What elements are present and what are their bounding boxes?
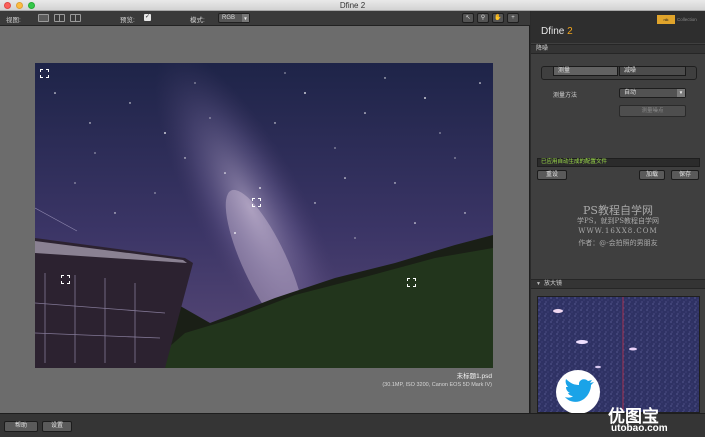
control-point-tool-icon[interactable]: + bbox=[507, 13, 519, 23]
watermark-url: WWW.16XX8.COM bbox=[578, 227, 658, 235]
section-header-loupe[interactable]: ▼ 放大镜 bbox=[531, 279, 705, 289]
tab-reduce[interactable]: 减噪 bbox=[619, 66, 686, 76]
help-button[interactable]: 帮助 bbox=[4, 421, 38, 432]
collection-label: Collection bbox=[677, 17, 697, 22]
control-point-marker[interactable] bbox=[61, 275, 70, 284]
settings-button[interactable]: 设置 bbox=[42, 421, 72, 432]
toolbar: 视图: 预览: ✓ 模式: RGB ▼ ↖ ⚲ ✋ + bbox=[0, 11, 530, 26]
file-info: (30.1MP, ISO 3200, Canon EOS 5D Mark IV) bbox=[382, 382, 492, 388]
loupe-title: 放大镜 bbox=[543, 281, 562, 287]
section-reduce-label: 降噪 bbox=[536, 46, 549, 52]
product-name: Dfine bbox=[541, 26, 565, 37]
disclosure-triangle-icon: ▼ bbox=[536, 281, 541, 287]
night-sky-photo bbox=[35, 63, 493, 368]
product-title: Dfine 2 bbox=[541, 26, 573, 37]
bottom-bar: 帮助 设置 优图宝 utobao.com bbox=[0, 407, 705, 437]
split-view-icon[interactable] bbox=[54, 14, 65, 22]
pointer-tool-icon[interactable]: ↖ bbox=[462, 13, 474, 23]
save-button[interactable]: 保存 bbox=[671, 170, 699, 180]
load-button[interactable]: 加载 bbox=[639, 170, 665, 180]
watermark-subtitle: 学PS，就到PS教程自学网 bbox=[576, 217, 659, 225]
control-point-marker[interactable] bbox=[407, 278, 416, 287]
control-point-marker[interactable] bbox=[252, 198, 261, 207]
method-dropdown[interactable]: 自动 ▼ bbox=[619, 88, 686, 98]
zoom-tool-icon[interactable]: ⚲ bbox=[477, 13, 489, 23]
window-title: Dfine 2 bbox=[339, 1, 366, 10]
mode-select[interactable]: RGB ▼ bbox=[218, 13, 250, 23]
mode-select-value: RGB bbox=[222, 15, 236, 21]
product-version: 2 bbox=[567, 26, 573, 37]
control-point-marker[interactable] bbox=[40, 69, 49, 78]
reset-button[interactable]: 重设 bbox=[537, 170, 567, 180]
side-by-side-view-icon[interactable] bbox=[70, 14, 81, 22]
chevron-down-icon: ▼ bbox=[677, 89, 685, 97]
brand-header: nik Collection Dfine 2 bbox=[531, 11, 705, 43]
window-title-bar: Dfine 2 bbox=[0, 0, 705, 11]
nik-logo: nik bbox=[657, 15, 675, 24]
tab-measure[interactable]: 测量 bbox=[553, 66, 618, 76]
preview-image bbox=[35, 63, 493, 368]
watermark-author: 作者：@-会拍照的男朋友 bbox=[578, 239, 658, 247]
site-url-text: utobao.com bbox=[611, 423, 668, 434]
measure-noise-button[interactable]: 测量噪点 bbox=[619, 105, 686, 117]
preview-checkbox[interactable]: ✓ bbox=[144, 14, 151, 21]
method-dropdown-value: 自动 bbox=[624, 90, 637, 96]
status-message: 已应用自动生成的配置文件 bbox=[537, 158, 700, 167]
view-label: 视图: bbox=[6, 17, 21, 24]
file-name: 未标题1.psd bbox=[456, 373, 492, 380]
bird-logo-icon bbox=[556, 370, 600, 414]
chevron-down-icon: ▼ bbox=[242, 14, 249, 22]
mode-label: 模式: bbox=[190, 17, 205, 24]
method-label: 测量方法 bbox=[553, 93, 578, 99]
right-panel: nik Collection Dfine 2 降噪 测量 减噪 测量方法 自动 … bbox=[531, 11, 705, 413]
section-header-reduce[interactable]: 降噪 bbox=[531, 44, 705, 54]
preview-canvas: 未标题1.psd (30.1MP, ISO 3200, Canon EOS 5D… bbox=[0, 26, 530, 413]
hand-tool-icon[interactable]: ✋ bbox=[492, 13, 504, 23]
preview-label: 预览: bbox=[120, 17, 135, 24]
single-view-icon[interactable] bbox=[38, 14, 49, 22]
